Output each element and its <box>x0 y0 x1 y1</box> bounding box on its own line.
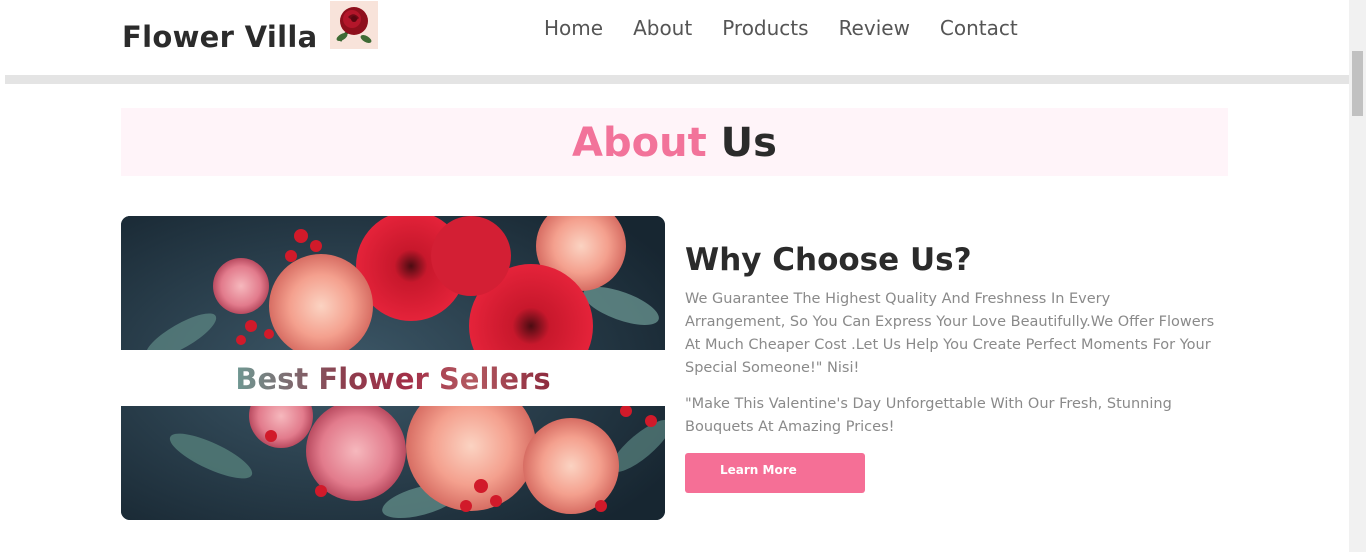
about-paragraph-1: We Guarantee The Highest Quality And Fre… <box>685 291 1215 376</box>
rose-logo-icon[interactable] <box>330 1 378 49</box>
header-divider <box>5 75 1349 84</box>
nav-contact[interactable]: Contact <box>940 16 1018 40</box>
nav-about[interactable]: About <box>633 16 692 40</box>
about-paragraph-2: "Make This Valentine's Day Unforgettable… <box>685 396 1172 435</box>
nav-products[interactable]: Products <box>722 16 808 40</box>
nav-home[interactable]: Home <box>544 16 603 40</box>
about-title-rest: Us <box>720 120 777 166</box>
page-scrollbar[interactable] <box>1349 0 1366 552</box>
site-header: Flower Villa Home About Products Review … <box>0 0 1349 76</box>
about-title-highlight: About <box>572 120 707 166</box>
site-logo-text[interactable]: Flower Villa <box>122 20 317 54</box>
nav-review[interactable]: Review <box>839 16 910 40</box>
about-title: About Us <box>121 108 1228 178</box>
flower-bouquet-image: Best Flower Sellers <box>121 216 665 520</box>
main-nav: Home About Products Review Contact <box>544 16 1018 40</box>
image-banner: Best Flower Sellers <box>121 350 665 406</box>
image-banner-text: Best Flower Sellers <box>235 362 551 396</box>
about-section-heading: About Us <box>121 108 1228 176</box>
learn-more-button[interactable]: Learn More <box>685 453 865 493</box>
why-choose-heading: Why Choose Us? <box>685 242 972 278</box>
scrollbar-thumb[interactable] <box>1352 51 1363 116</box>
